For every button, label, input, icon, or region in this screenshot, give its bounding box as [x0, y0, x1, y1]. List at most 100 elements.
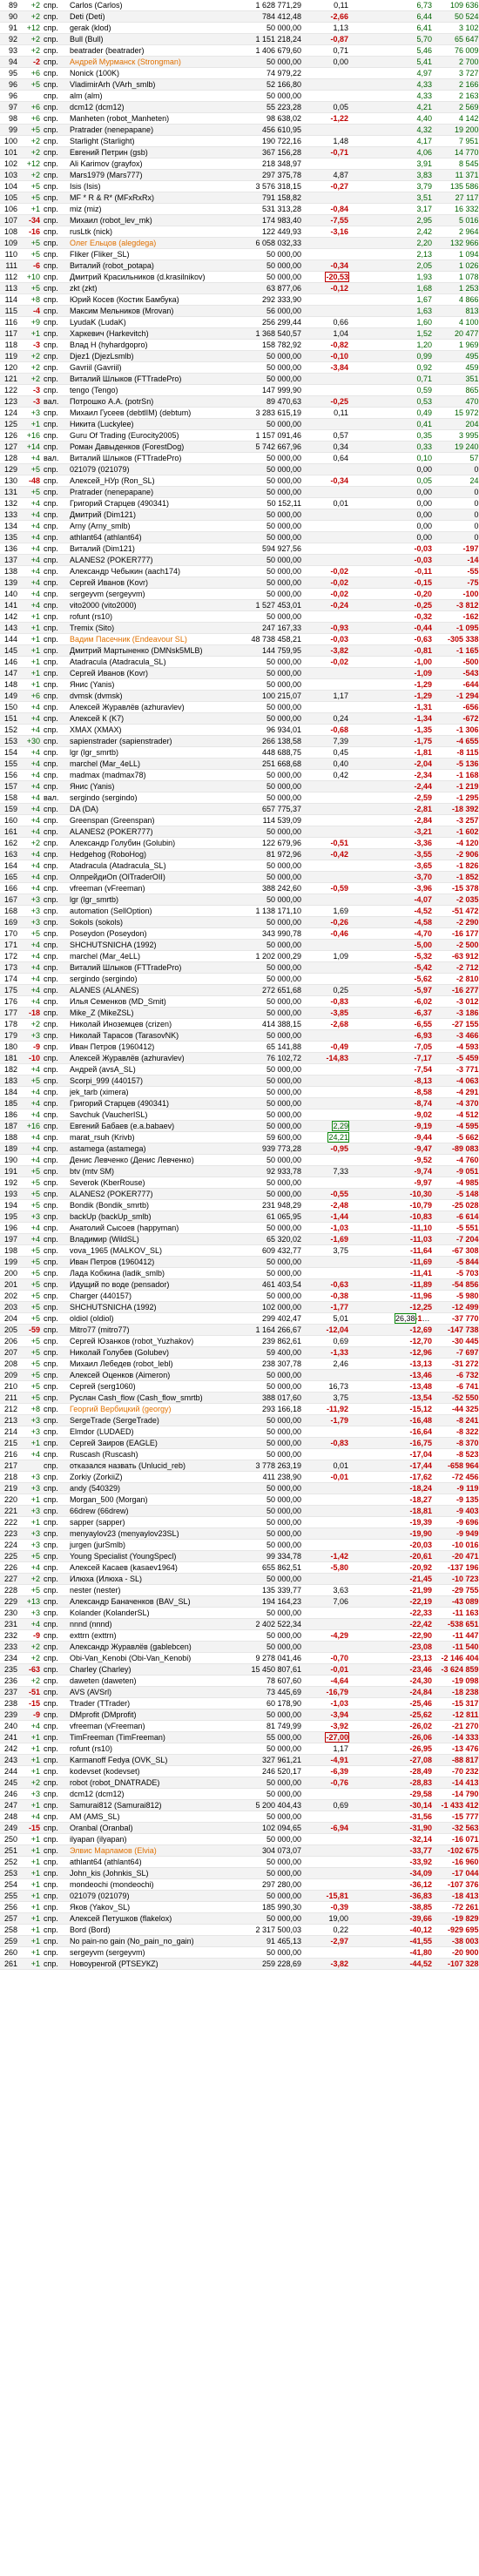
participant-name[interactable]: gerak (klod) [68, 22, 237, 34]
participant-name-text[interactable]: Sokols (sokols) [70, 918, 123, 927]
participant-name[interactable]: Atadracula (Atadracula_SL) [68, 860, 237, 872]
participant-name-text[interactable]: Янис (Yanis) [70, 782, 114, 791]
participant-name[interactable]: 021079 (021079) [68, 463, 237, 475]
participant-name[interactable]: vfreeman (vFreeman) [68, 1720, 237, 1732]
participant-name-text[interactable]: sergeyvm (sergeyvm) [70, 1948, 145, 1957]
participant-name[interactable]: Александр Баначенков (BAV_SL) [68, 1595, 237, 1608]
participant-name[interactable]: Pratrader (nenepapane) [68, 124, 237, 136]
participant-name-text[interactable]: Manheten (robot_Manheten) [70, 114, 169, 123]
participant-name[interactable]: sergindo (sergindo) [68, 792, 237, 804]
participant-name[interactable]: jurgen (jurSmlb) [68, 1539, 237, 1551]
participant-name[interactable]: Ali Karimov (grayfox) [68, 158, 237, 170]
participant-name-text[interactable]: SHCHUTSNICHA (1992) [70, 941, 157, 949]
participant-name-text[interactable]: Zorkiy (ZorkiiZ) [70, 1473, 123, 1481]
participant-name-text[interactable]: Александр Баначенков (BAV_SL) [70, 1597, 191, 1606]
participant-name-text[interactable]: Анатолий Сысоев (happyman) [70, 1224, 179, 1232]
participant-name-text[interactable]: zkt (zkt) [70, 284, 98, 293]
participant-name-text[interactable]: Евгений Петрин (gsb) [70, 148, 148, 157]
participant-name-text[interactable]: dcm12 (dcm12) [70, 1790, 125, 1798]
participant-name-text[interactable]: Александр Голубин (Golubin) [70, 839, 175, 847]
participant-name-text[interactable]: ОлпрейдиОп (OlTraderOII) [70, 873, 165, 881]
participant-name[interactable]: btv (mtv SM) [68, 1165, 237, 1177]
participant-name[interactable]: Григорий Старцев (490341) [68, 1097, 237, 1109]
participant-name-text[interactable]: exttrn (exttrn) [70, 1631, 117, 1640]
participant-name-text[interactable]: Elmdor (LUDAED) [70, 1427, 134, 1436]
participant-name-text[interactable]: ALANES2 (POKER777) [70, 556, 153, 564]
participant-name[interactable]: Евгений Бабаев (e.a.babaev) [68, 1120, 237, 1132]
participant-name[interactable]: Deti (Deti) [68, 10, 237, 23]
participant-name-text[interactable]: No pain-no gain (No_pain_no_gain) [70, 1937, 194, 1945]
participant-name[interactable]: Алексей_НУр (Ron_SL) [68, 475, 237, 487]
participant-name-text[interactable]: Сергей Заиров (EAGLE) [70, 1439, 158, 1447]
participant-name[interactable]: sapper (sapper) [68, 1516, 237, 1528]
participant-name-text[interactable]: Влад Н (hyhardgopro) [70, 341, 148, 349]
participant-name[interactable]: Андрей (avsA_SL) [68, 1063, 237, 1076]
participant-name[interactable]: Severok (KberRouse) [68, 1177, 237, 1189]
participant-name[interactable]: Николай Тарасов (TarasovNK) [68, 1029, 237, 1042]
participant-name[interactable]: Mike_Z (MikeZSL) [68, 1007, 237, 1019]
participant-name-text[interactable]: vova_1965 (MALKOV_SL) [70, 1246, 162, 1255]
participant-name[interactable]: Scorpi_999 (440157) [68, 1075, 237, 1087]
participant-name-text[interactable]: DA (DA) [70, 805, 98, 813]
participant-name-text[interactable]: alm (alm) [70, 91, 103, 100]
participant-name[interactable]: Руслан Cash_flow (Cash_flow_smrtb) [68, 1392, 237, 1404]
participant-name[interactable]: tengo (Tengo) [68, 384, 237, 396]
participant-name-text[interactable]: Deti (Deti) [70, 12, 105, 21]
participant-name[interactable]: ОлпрейдиОп (OlTraderOII) [68, 871, 237, 883]
participant-name[interactable]: Алексей Журавлёв (azhuravlev) [68, 701, 237, 713]
participant-name[interactable]: Bondik (Bondik_smrtb) [68, 1199, 237, 1211]
participant-name[interactable]: sergindo (sergindo) [68, 973, 237, 985]
participant-name[interactable]: Gavriil (Gavriil) [68, 361, 237, 374]
participant-name-text[interactable]: andy (540329) [70, 1484, 120, 1493]
participant-name[interactable]: DA (DA) [68, 803, 237, 815]
participant-name-text[interactable]: Samurai812 (Samurai812) [70, 1801, 162, 1810]
participant-name[interactable]: Ruscash (Ruscash) [68, 1448, 237, 1460]
participant-name[interactable]: Arny (Arny_smlb) [68, 520, 237, 532]
participant-name-text[interactable]: Oranbal (Oranbal) [70, 1824, 133, 1832]
participant-name[interactable]: Pratrader (nenepapane) [68, 486, 237, 498]
participant-name[interactable]: ALANES2 (POKER777) [68, 554, 237, 566]
participant-name-text[interactable]: Дмитрий Красильников (d.krasilnikov) [70, 273, 206, 281]
participant-name[interactable]: Илюха (Илюха - SL) [68, 1573, 237, 1585]
participant-name-text[interactable]: Виталий Шлыков (FTTradePro) [70, 374, 181, 383]
participant-name[interactable]: Александр Журавлёв (gablebcen) [68, 1641, 237, 1653]
participant-name[interactable]: ALANES (ALANES) [68, 984, 237, 996]
participant-name[interactable]: marchel (Mar_4eLL) [68, 950, 237, 962]
participant-name[interactable]: lgr (lgr_smrtb) [68, 894, 237, 906]
participant-name-text[interactable]: Лада Кобкина (ladik_smlb) [70, 1269, 165, 1278]
participant-name-text[interactable]: Pratrader (nenepapane) [70, 125, 153, 134]
participant-name-text[interactable]: marat_rsuh (Krivb) [70, 1133, 135, 1142]
participant-name-text[interactable]: mondeochi (mondeochi) [70, 1880, 154, 1889]
participant-name[interactable]: rofunt (rs10) [68, 610, 237, 623]
participant-name-text[interactable]: Pratrader (nenepapane) [70, 488, 153, 496]
participant-name-text[interactable]: Илюха (Илюха - SL) [70, 1575, 142, 1583]
participant-name-text[interactable]: menyaylov23 (menyaylov23SL) [70, 1529, 179, 1538]
participant-name-text[interactable]: Сергей (serg1060) [70, 1382, 136, 1391]
participant-name-text[interactable]: sapper (sapper) [70, 1518, 125, 1527]
participant-name[interactable]: andy (540329) [68, 1482, 237, 1494]
participant-name[interactable]: Александр Чебыкин (aach174) [68, 565, 237, 577]
participant-name[interactable]: Никита (Luckylee) [68, 418, 237, 430]
participant-name-text[interactable]: Виталий (robot_potapa) [70, 261, 154, 270]
participant-name-text[interactable]: Николай Иноземцев (crizen) [70, 1020, 172, 1028]
participant-name-text[interactable]: gerak (klod) [70, 24, 111, 32]
participant-name[interactable]: Fliker (Fliker_SL) [68, 248, 237, 260]
participant-name[interactable]: Сергей Иванов (Kovr) [68, 577, 237, 589]
participant-name[interactable]: Ttrader (TTrader) [68, 1697, 237, 1709]
participant-name-text[interactable]: Nonick (100K) [70, 69, 119, 78]
participant-name[interactable]: SHCHUTSNICHA (1992) [68, 1301, 237, 1313]
participant-name[interactable]: Элвис Марламов (Elvia) [68, 1844, 237, 1857]
participant-name-text[interactable]: Hedgehog (RoboHog) [70, 850, 146, 859]
participant-name-text[interactable]: rofunt (rs10) [70, 1744, 112, 1753]
participant-name-text[interactable]: kodevset (kodevset) [70, 1767, 140, 1776]
participant-name-text[interactable]: athlant64 (athlant64) [70, 1858, 142, 1866]
participant-name[interactable]: Сергей (serg1060) [68, 1380, 237, 1393]
participant-name[interactable]: Новоуренгой (РТSЕУКZ) [68, 1958, 237, 1970]
participant-name-text[interactable]: rofunt (rs10) [70, 612, 112, 621]
participant-name-text[interactable]: Новоуренгой (РТSЕУКZ) [70, 1959, 159, 1968]
participant-name[interactable]: vfreeman (vFreeman) [68, 882, 237, 894]
participant-name-text[interactable]: daweten (daweten) [70, 1676, 137, 1685]
participant-name-text[interactable]: 66drew (66drew) [70, 1507, 129, 1515]
participant-name[interactable]: Иван Петров (1960412) [68, 1041, 237, 1053]
participant-name-text[interactable]: Виталий (Dim121) [70, 544, 135, 553]
